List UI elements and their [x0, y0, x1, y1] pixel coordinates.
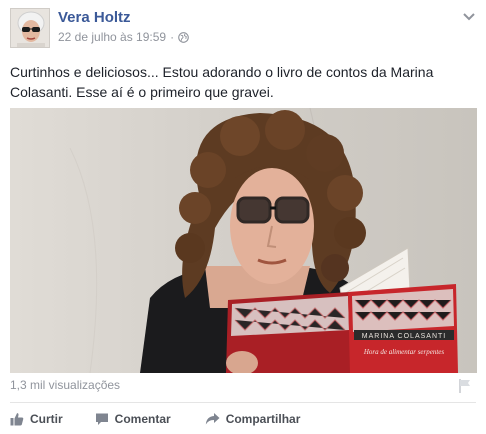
facebook-post: Vera Holtz 22 de julho às 19:59 · Curtin…	[0, 0, 486, 434]
post-meta: 22 de julho às 19:59 ·	[58, 30, 189, 44]
video-player[interactable]: MARINA COLASANTI Hora de alimentar serpe…	[10, 108, 477, 373]
view-count[interactable]: 1,3 mil visualizações	[10, 378, 120, 392]
like-button[interactable]: Curtir	[10, 412, 63, 426]
flag-icon[interactable]	[458, 378, 472, 394]
comment-button[interactable]: Comentar	[95, 412, 171, 426]
share-icon	[205, 413, 220, 425]
post-timestamp[interactable]: 22 de julho às 19:59	[58, 30, 166, 44]
comment-icon	[95, 413, 108, 425]
meta-separator: ·	[170, 30, 175, 44]
post-actions-bar: Curtir Comentar Compartilhar	[10, 408, 322, 430]
share-button[interactable]: Compartilhar	[205, 412, 301, 426]
avatar-portrait	[11, 9, 49, 47]
thumbs-up-icon	[10, 413, 24, 426]
video-frame: MARINA COLASANTI Hora de alimentar serpe…	[10, 108, 477, 373]
chevron-down-icon[interactable]	[462, 12, 476, 22]
actions-divider	[10, 402, 476, 403]
book-author-text: MARINA COLASANTI	[362, 333, 446, 340]
like-button-label: Curtir	[30, 412, 63, 426]
book-title-text: Hora de alimentar serpentes	[363, 348, 445, 356]
globe-icon[interactable]	[178, 31, 189, 43]
post-text: Curtinhos e deliciosos... Estou adorando…	[10, 64, 434, 100]
comment-button-label: Comentar	[114, 412, 171, 426]
author-avatar[interactable]	[10, 8, 50, 48]
share-button-label: Compartilhar	[225, 412, 301, 426]
author-name[interactable]: Vera Holtz	[58, 9, 131, 26]
